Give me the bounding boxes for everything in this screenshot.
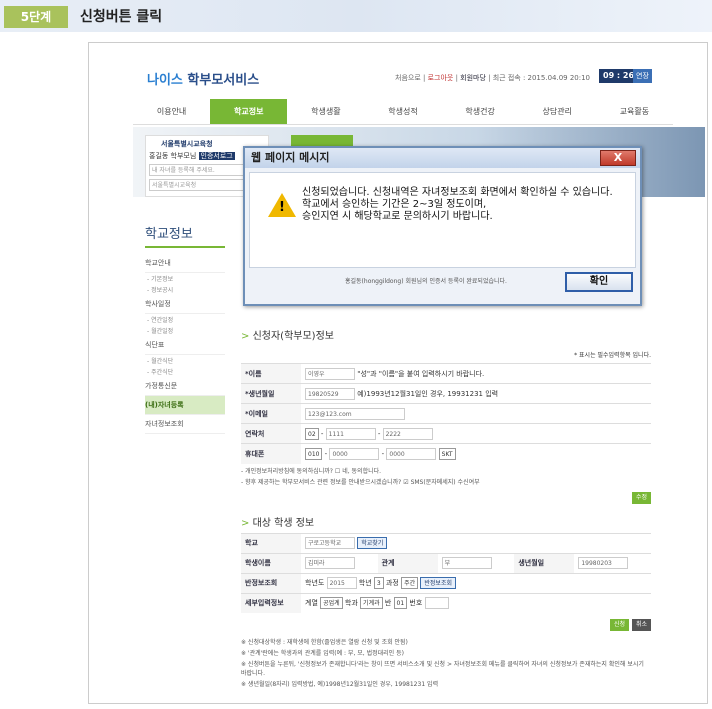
sidebar-sub[interactable]: - 기본정보	[145, 273, 225, 284]
agree-privacy: - 개인정보처리방침에 동의하십니까? ☐ 네, 동의합니다.	[241, 467, 382, 475]
sms-checkbox[interactable]: ☑	[403, 479, 408, 486]
birth-label: *생년월일	[241, 383, 301, 404]
step-header: 5단계 신청버튼 클릭	[0, 0, 712, 32]
warning-mark: !	[279, 200, 285, 215]
school-label: 학교	[241, 532, 301, 553]
division-select[interactable]: 공업계	[320, 597, 343, 610]
student-table: 학교 구로고등학교 학교찾기 학생이름 김미라 관계 부 생년월일 19980203 반정보…	[241, 532, 651, 613]
step-badge: 5단계	[4, 6, 68, 28]
tel-area-select[interactable]: 02	[305, 427, 319, 440]
main-nav: 이용안내 학교정보 학생생활 학생성적 학생건강 상담관리 교육활동	[133, 99, 673, 125]
mypage-link[interactable]: 회원마당	[460, 74, 486, 82]
sidebar-sub[interactable]: - 정보공시	[145, 284, 225, 295]
note: ※ 생년월일(8자리) 입력방법, 예)1998년12월31일인 경우, 199…	[241, 681, 439, 688]
mobile-field-2[interactable]: 0000	[329, 447, 380, 460]
class-lookup-button[interactable]: 반정보조회	[420, 577, 456, 589]
student-birth-label: 생년월일	[514, 552, 575, 573]
home-link[interactable]: 처음으로	[395, 74, 421, 82]
close-icon[interactable]: X	[600, 150, 636, 166]
mobile-label: 휴대폰	[241, 443, 301, 464]
tel-field-3[interactable]: 2222	[382, 427, 433, 440]
mobile-prefix-select[interactable]: 010	[305, 447, 323, 460]
sidebar-sub[interactable]: - 연간일정	[145, 314, 225, 325]
school-search-button[interactable]: 학교찾기	[357, 537, 388, 549]
student-birth-field[interactable]: 19980203	[578, 557, 629, 569]
dialog-title: 웹 페이지 메시지	[245, 148, 640, 168]
applicant-table: *이름 이영우 "성"과 "이름"을 붙여 입력하시기 바랍니다. *생년월일 19…	[241, 363, 651, 464]
sidebar-title: 학교정보	[145, 223, 225, 248]
section-title-applicant: 신청자(학부모)정보	[241, 327, 651, 342]
track-select[interactable]: 주간	[401, 577, 419, 589]
sidebar: 학교정보 학교안내 - 기본정보 - 정보공시 학사일정 - 연간일정 - 월간…	[145, 223, 225, 434]
school-field[interactable]: 구로고등학교	[305, 537, 355, 549]
required-note: * 표시는 필수입력항목 입니다.	[574, 352, 651, 359]
screenshot-frame: 나이스 학부모서비스 처음으로 | 로그아웃 | 회원마당 | 최근 접속 : …	[88, 42, 708, 704]
class-select[interactable]: 01	[393, 597, 408, 610]
nav-item[interactable]: 교육활동	[596, 99, 673, 124]
sidebar-item[interactable]: 식단표	[145, 336, 225, 355]
birth-field[interactable]: 19820529	[305, 387, 355, 400]
number-field[interactable]	[424, 597, 449, 610]
dialog-footer: 홍길동(honggildong) 회원님의 인증서 등록이 완료되었습니다. 확…	[249, 268, 636, 298]
dialog-body: ! 신청되었습니다. 신청내역은 자녀정보조회 화면에서 확인하실 수 있습니다…	[249, 172, 636, 268]
tel-label: 연락처	[241, 423, 301, 444]
sidebar-sub[interactable]: - 월간일정	[145, 325, 225, 336]
top-links: 처음으로 | 로그아웃 | 회원마당 | 최근 접속 : 2015.04.09 …	[395, 74, 591, 82]
name-label: *이름	[241, 363, 301, 384]
tel-field-2[interactable]: 1111	[325, 427, 376, 440]
birth-hint: 예)1993년12월31일인 경우, 19931231 입력	[357, 389, 499, 398]
cancel-button[interactable]: 취소	[631, 619, 651, 631]
nav-item[interactable]: 학생건강	[442, 99, 519, 124]
sidebar-item[interactable]: 학사일정	[145, 295, 225, 314]
section-title-student: 대상 학생 정보	[241, 514, 651, 529]
detail-label: 세부입력정보	[241, 592, 301, 613]
agree-sms: - 향후 제공하는 학부모서비스 관련 정보를 안내받으시겠습니까? ☑ SMS…	[241, 478, 480, 486]
grade-select[interactable]: 3	[373, 577, 384, 589]
last-login: 최근 접속 : 2015.04.09 20:10	[492, 74, 591, 82]
name-hint: "성"과 "이름"을 붙여 입력하시기 바랍니다.	[357, 369, 485, 378]
class-lookup-label: 반정보조회	[241, 572, 301, 593]
sidebar-sub[interactable]: - 월간식단	[145, 355, 225, 366]
email-label: *이메일	[241, 403, 301, 424]
agree-checkbox[interactable]: ☐	[335, 468, 340, 475]
relation-label: 관계	[377, 552, 438, 573]
main-form: 신청자(학부모)정보 * 표시는 필수입력항목 입니다. *이름 이영우 "성"과…	[241, 299, 651, 688]
student-name-label: 학생이름	[241, 552, 301, 573]
student-name-field[interactable]: 김미라	[305, 557, 355, 569]
carrier-select[interactable]: SKT	[438, 447, 456, 460]
email-field[interactable]: 123@123.com	[305, 407, 405, 420]
site-logo[interactable]: 나이스 학부모서비스	[147, 69, 259, 88]
step-title: 신청버튼 클릭	[80, 9, 163, 25]
note: ※ 신청버튼을 누른뒤, '신청정보가 존재합니다'라는 창이 뜨면 서비스소개…	[241, 661, 644, 677]
edit-button[interactable]: 수정	[631, 491, 651, 504]
nav-item-active[interactable]: 학교정보	[210, 99, 288, 124]
year-field[interactable]: 2015	[326, 577, 357, 589]
logout-link[interactable]: 로그아웃	[428, 74, 454, 82]
extend-button[interactable]: 연장	[633, 69, 652, 83]
nav-item[interactable]: 이용안내	[133, 99, 210, 124]
department-select[interactable]: 기계과	[360, 597, 383, 610]
nav-item[interactable]: 학생성적	[364, 99, 441, 124]
mobile-field-3[interactable]: 0000	[386, 447, 437, 460]
dialog-message: 신청되었습니다. 신청내역은 자녀정보조회 화면에서 확인하실 수 있습니다. …	[302, 187, 613, 222]
dialog-footnote: 홍길동(honggildong) 회원님의 인증서 등록이 완료되었습니다.	[345, 278, 507, 285]
relation-field[interactable]: 부	[441, 557, 492, 569]
nav-item[interactable]: 학생생활	[287, 99, 364, 124]
note: ※ '관계'란에는 학생과의 관계를 입력(예 : 부, 모, 법정대리인 등)	[241, 650, 404, 657]
sidebar-item[interactable]: 학교안내	[145, 254, 225, 273]
ok-button[interactable]: 확인	[565, 272, 633, 292]
sidebar-sub[interactable]: - 주간식단	[145, 366, 225, 377]
note: ※ 신청대상학생 : 재학생에 한함(졸업생은 열람 신청 및 조회 안됨)	[241, 639, 408, 646]
sidebar-item-active[interactable]: (내)자녀등록	[145, 396, 225, 415]
name-field[interactable]: 이영우	[305, 367, 355, 380]
message-dialog: 웹 페이지 메시지 X ! 신청되었습니다. 신청내역은 자녀정보조회 화면에서…	[243, 146, 642, 306]
sidebar-item[interactable]: 가정통신문	[145, 377, 225, 396]
apply-button[interactable]: 신청	[610, 619, 630, 631]
sidebar-item[interactable]: 자녀정보조회	[145, 415, 225, 434]
nav-item[interactable]: 상담관리	[519, 99, 596, 124]
